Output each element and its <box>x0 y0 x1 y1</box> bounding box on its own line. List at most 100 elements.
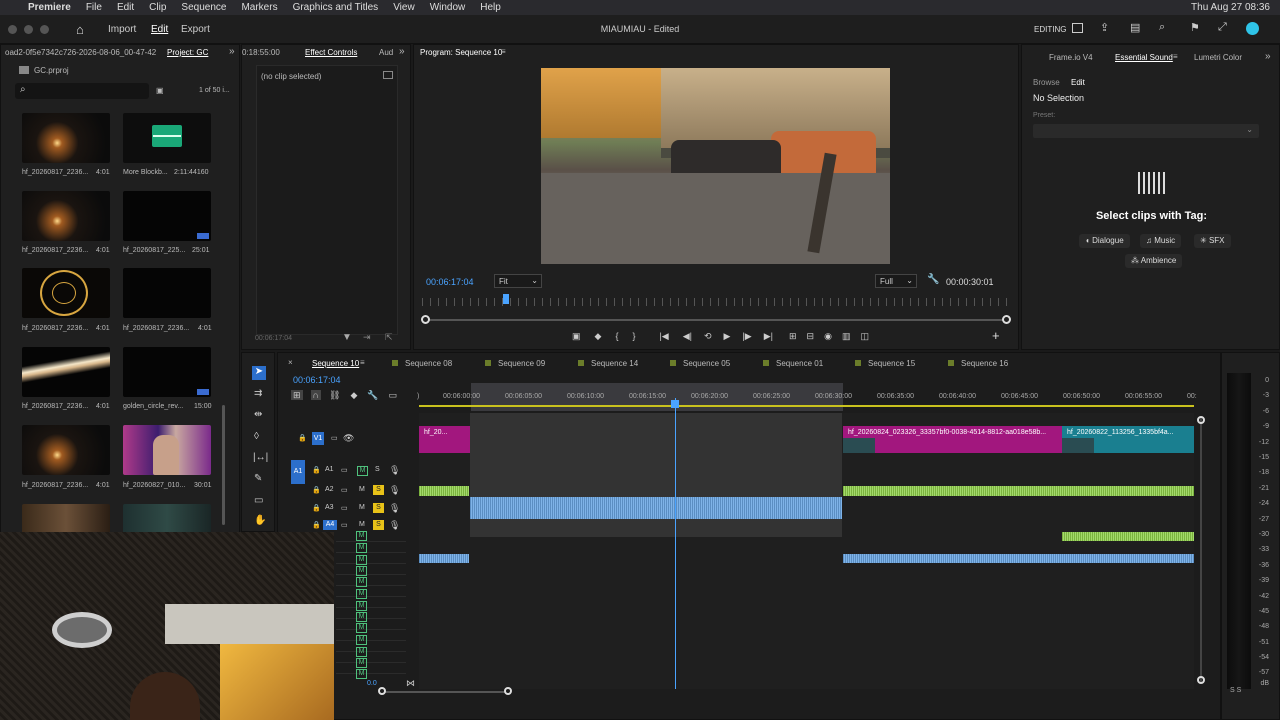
hand-tool-icon[interactable]: ✋ <box>254 515 266 526</box>
add-button[interactable]: + <box>992 328 1000 343</box>
go-to-out-icon[interactable]: ▶| <box>764 331 773 341</box>
menu-markers[interactable]: Markers <box>241 2 277 13</box>
track-target-v1[interactable]: V1 <box>312 432 324 445</box>
audio-clip[interactable] <box>843 486 1194 496</box>
solo-button[interactable]: S <box>373 520 384 530</box>
menu-edit[interactable]: Edit <box>117 2 134 13</box>
tab-edit-sound[interactable]: Edit <box>1071 78 1085 87</box>
zoom-handle-left[interactable] <box>378 687 386 695</box>
panel-overflow-icon[interactable]: » <box>229 46 235 57</box>
mute-button[interactable]: M <box>356 589 367 599</box>
menu-window[interactable]: Window <box>430 2 466 13</box>
track-target-a4[interactable]: A4 <box>323 520 337 530</box>
filter-icon[interactable]: ▼ <box>342 332 352 343</box>
mic-icon[interactable]: 🎙 <box>389 485 400 496</box>
menu-sequence[interactable]: Sequence <box>181 2 226 13</box>
track-select-tool-icon[interactable]: ⇉ <box>254 388 262 399</box>
thumbnail-clip[interactable] <box>22 191 110 241</box>
zoom-handle-right[interactable] <box>504 687 512 695</box>
lock-icon[interactable]: 🔒 <box>312 466 321 474</box>
mute-button[interactable]: M <box>356 531 367 541</box>
play-icon[interactable]: ▶ <box>724 331 731 341</box>
menu-view[interactable]: View <box>393 2 415 13</box>
menu-file[interactable]: File <box>86 2 102 13</box>
mute-button[interactable]: M <box>359 486 365 493</box>
selection-tool-icon[interactable]: ➤ <box>252 366 266 380</box>
app-name[interactable]: Premiere <box>28 2 71 13</box>
mute-button[interactable]: M <box>356 669 367 679</box>
preset-select[interactable]: ⌄ <box>1033 124 1259 138</box>
menu-clip[interactable]: Clip <box>149 2 166 13</box>
tab-sequence-15[interactable]: Sequence 15 <box>868 359 915 368</box>
workspace-icon[interactable] <box>1072 23 1083 33</box>
tag-sfx-button[interactable]: ✳ SFX <box>1194 234 1231 248</box>
zoom-fit-icon[interactable]: ⋈ <box>406 678 415 689</box>
captions-icon[interactable]: ▭ <box>389 390 398 400</box>
audio-clip[interactable] <box>470 497 842 519</box>
timeline-timecode[interactable]: 00:06:17:04 <box>293 375 341 385</box>
tag-dialogue-button[interactable]: ◖ Dialogue <box>1079 234 1130 248</box>
audio-clip[interactable] <box>419 554 469 563</box>
export-frame-icon[interactable]: ⇱ <box>385 332 393 343</box>
tab-frameio[interactable]: Frame.io V4 <box>1049 53 1093 62</box>
toggle-view-icon[interactable] <box>383 71 393 79</box>
tag-ambience-button[interactable]: ⁂ Ambience <box>1125 254 1183 268</box>
thumbnail-clip[interactable] <box>123 268 211 318</box>
scroll-handle-bottom[interactable] <box>1197 676 1205 684</box>
snap-icon[interactable]: ∩ <box>310 390 322 400</box>
panel-overflow-icon[interactable]: » <box>399 46 405 57</box>
tab-program[interactable]: Program: Sequence 10 <box>420 48 502 57</box>
mute-button[interactable]: M <box>356 543 367 553</box>
audio-clip[interactable] <box>1062 532 1194 541</box>
time-ruler[interactable]: ) 00:06:00:00 00:06:05:00 00:06:10:00 00… <box>417 383 1197 411</box>
eye-icon[interactable]: 👁 <box>343 433 354 444</box>
tab-browse[interactable]: Browse <box>1033 78 1060 87</box>
share-icon[interactable]: ⇪ <box>1100 21 1109 34</box>
project-scrollbar[interactable] <box>222 405 225 525</box>
menu-graphics[interactable]: Graphics and Titles <box>293 2 379 13</box>
solo-button[interactable]: S <box>373 503 384 513</box>
slip-tool-icon[interactable]: |↔| <box>253 452 268 463</box>
tag-music-button[interactable]: ♫ Music <box>1140 234 1182 248</box>
quick-export-icon[interactable]: ▤ <box>1130 21 1140 34</box>
mic-icon[interactable]: 🎙 <box>389 465 400 476</box>
tab-audio[interactable]: Aud <box>379 48 393 57</box>
camera-icon[interactable]: ◉ <box>824 331 832 341</box>
monitor-playhead[interactable] <box>503 294 509 304</box>
insert-icon[interactable]: ⊞ <box>789 331 797 341</box>
mute-button[interactable]: M <box>356 635 367 645</box>
thumbnail-clip[interactable] <box>22 425 110 475</box>
loop-icon[interactable]: ⟲ <box>704 331 712 341</box>
mute-button[interactable]: M <box>356 555 367 565</box>
mark-in-icon[interactable]: { <box>615 331 618 341</box>
ripple-edit-tool-icon[interactable]: ⇹ <box>254 409 262 420</box>
mute-button[interactable]: M <box>359 521 365 528</box>
audio-clip[interactable] <box>419 486 469 496</box>
tab-sequence-09[interactable]: Sequence 09 <box>498 359 545 368</box>
tab-sequence-10[interactable]: Sequence 10 <box>312 359 359 368</box>
step-back-icon[interactable]: ◀| <box>683 331 692 341</box>
sync-lock-icon[interactable]: ▭ <box>341 466 348 474</box>
sync-lock-icon[interactable]: ▭ <box>341 504 348 512</box>
video-clip[interactable]: hf_20260824_023326_33357bf0-0038-4514-88… <box>843 426 1062 453</box>
thumbnail-clip[interactable] <box>22 347 110 397</box>
lock-icon[interactable]: 🔒 <box>312 504 321 512</box>
program-video-frame[interactable] <box>541 68 890 264</box>
mic-icon[interactable]: 🎙 <box>389 503 400 514</box>
tab-sequence-01[interactable]: Sequence 01 <box>776 359 823 368</box>
multicam-icon[interactable]: ◫ <box>860 331 869 341</box>
lock-icon[interactable]: 🔒 <box>312 521 321 529</box>
solo-button[interactable]: S <box>373 485 384 495</box>
pen-tool-icon[interactable]: ✎ <box>254 473 262 484</box>
timeline-zoom-scroll[interactable] <box>382 691 508 693</box>
playhead-line[interactable] <box>675 398 676 689</box>
thumbnail-clip[interactable] <box>123 347 211 397</box>
rectangle-tool-icon[interactable]: ▭ <box>254 495 263 506</box>
mute-button[interactable]: M <box>356 612 367 622</box>
panel-menu-icon[interactable]: ≡ <box>501 47 506 56</box>
meter-solo-buttons[interactable]: S S <box>1230 687 1241 694</box>
settings-wrench-icon[interactable]: 🔧 <box>367 390 378 400</box>
mute-button[interactable]: M <box>356 658 367 668</box>
linked-selection-icon[interactable]: ⛓ <box>329 390 340 400</box>
export-frame-icon[interactable]: ▣ <box>572 331 581 341</box>
